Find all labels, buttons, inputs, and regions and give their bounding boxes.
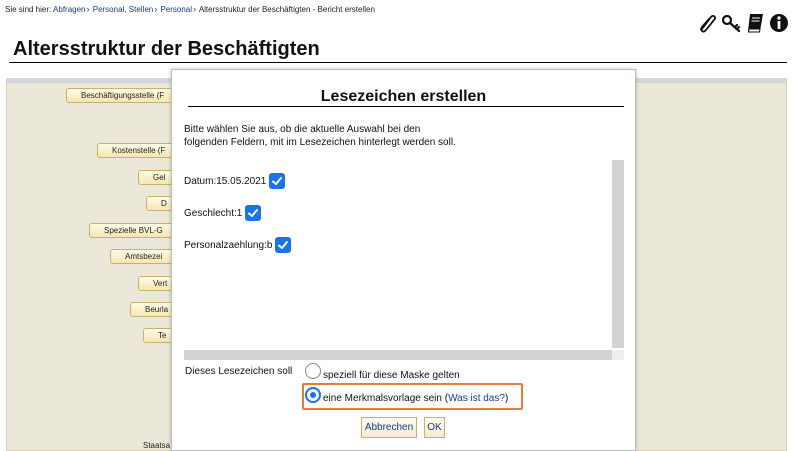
option-checkbox-personalzaehlung[interactable] bbox=[275, 237, 292, 253]
field-button-beschaeftigungsstelle[interactable]: Beschäftigungsstelle (F bbox=[66, 88, 176, 103]
page-title: Altersstruktur der Beschäftigten bbox=[13, 38, 320, 60]
field-options-scroll-area[interactable]: Datum:15.05.2021 Geschlecht:1 Personalza… bbox=[184, 160, 624, 360]
radio-mask-specific-label[interactable]: speziell für diese Maske gelten bbox=[323, 370, 460, 381]
ok-button[interactable]: OK bbox=[424, 417, 445, 438]
paperclip-icon[interactable] bbox=[697, 12, 717, 34]
checkmark-icon bbox=[272, 177, 283, 185]
radio-feature-template-label[interactable]: eine Merkmalsvorlage sein (Was ist das?) bbox=[323, 393, 508, 404]
radio-mask-specific[interactable] bbox=[305, 363, 321, 379]
scrollbar-corner bbox=[612, 350, 624, 360]
field-button-spezielle-bvl[interactable]: Spezielle BVL-G bbox=[89, 223, 176, 238]
bookmark-dialog: Lesezeichen erstellen Bitte wählen Sie a… bbox=[171, 69, 636, 451]
dialog-title-divider bbox=[188, 106, 624, 107]
toolbar bbox=[697, 12, 789, 34]
dialog-title: Lesezeichen erstellen bbox=[320, 88, 487, 105]
breadcrumb-current: Altersstruktur der Beschäftigten - Beric… bbox=[198, 5, 375, 14]
dialog-intro: Bitte wählen Sie aus, ob die aktuelle Au… bbox=[184, 123, 514, 149]
radio-feature-template-close: ) bbox=[504, 393, 509, 404]
radio-feature-template[interactable] bbox=[305, 387, 321, 403]
option-checkbox-datum[interactable] bbox=[269, 173, 286, 189]
option-row-personalzaehlung: Personalzaehlung:b bbox=[184, 237, 292, 253]
radio-feature-template-text: eine Merkmalsvorlage sein ( bbox=[323, 393, 449, 404]
option-row-geschlecht: Geschlecht:1 bbox=[184, 205, 262, 221]
option-label-geschlecht: Geschlecht:1 bbox=[184, 207, 243, 219]
chevron-right-icon: › bbox=[193, 4, 197, 14]
dialog-intro-line2: folgenden Feldern, mit im Lesezeichen hi… bbox=[184, 137, 456, 148]
info-icon[interactable] bbox=[769, 12, 789, 34]
breadcrumb-prefix: Sie sind hier: bbox=[5, 5, 52, 14]
chevron-right-icon: › bbox=[86, 4, 90, 14]
vertical-scrollbar[interactable] bbox=[612, 160, 624, 348]
field-label-staatsangehoerigkeit: Staatsa bbox=[143, 441, 171, 450]
chevron-right-icon: › bbox=[154, 4, 158, 14]
cancel-button[interactable]: Abbrechen bbox=[361, 417, 417, 438]
horizontal-scrollbar[interactable] bbox=[184, 350, 612, 360]
title-divider bbox=[9, 62, 787, 63]
field-button-kostenstelle[interactable]: Kostenstelle (F bbox=[97, 143, 176, 158]
field-button-amtsbezeichnung[interactable]: Amtsbezei bbox=[110, 249, 176, 264]
breadcrumb-link-abfragen[interactable]: Abfragen bbox=[53, 5, 85, 14]
keys-icon[interactable] bbox=[721, 12, 741, 34]
dialog-intro-line1: Bitte wählen Sie aus, ob die aktuelle Au… bbox=[184, 124, 421, 135]
option-checkbox-geschlecht[interactable] bbox=[245, 205, 262, 221]
option-label-personalzaehlung: Personalzaehlung:b bbox=[184, 239, 273, 251]
checkmark-icon bbox=[248, 209, 259, 217]
scope-label: Dieses Lesezeichen soll bbox=[185, 366, 293, 377]
checkmark-icon bbox=[278, 241, 289, 249]
field-button-beurlaubung[interactable]: Beurla bbox=[130, 302, 176, 317]
what-is-this-link[interactable]: Was ist das? bbox=[448, 393, 505, 404]
option-row-datum: Datum:15.05.2021 bbox=[184, 173, 286, 189]
option-label-datum: Datum:15.05.2021 bbox=[184, 175, 267, 187]
book-icon[interactable] bbox=[745, 12, 765, 34]
breadcrumb: Sie sind hier: Abfragen› Personal, Stell… bbox=[5, 4, 375, 14]
breadcrumb-link-personal[interactable]: Personal bbox=[160, 5, 192, 14]
breadcrumb-link-personal-stellen[interactable]: Personal, Stellen bbox=[93, 5, 153, 14]
